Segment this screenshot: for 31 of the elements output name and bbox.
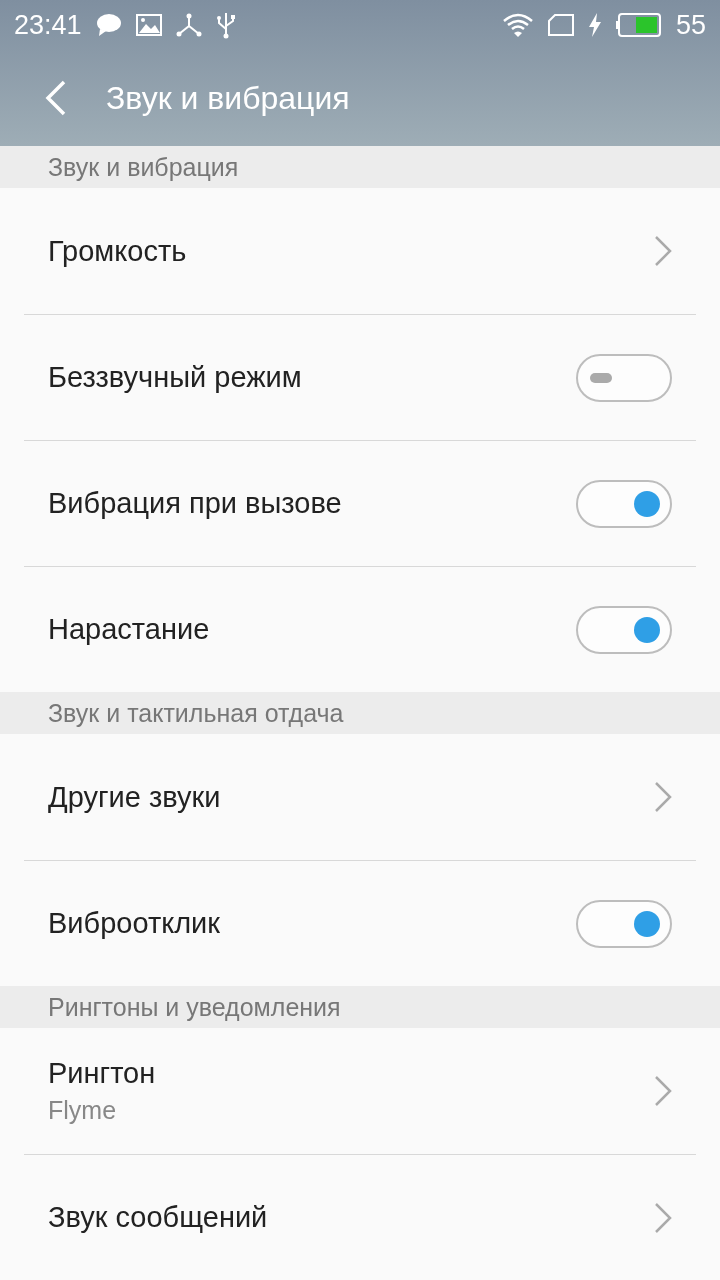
sim-card-icon <box>547 14 574 36</box>
setting-label[interactable]: Рингтон <box>48 1057 654 1090</box>
chevron-right-icon <box>654 1075 672 1107</box>
setting-label[interactable]: Звук сообщений <box>48 1201 654 1234</box>
toggle-switch[interactable] <box>576 899 672 948</box>
chat-bubble-icon <box>95 13 122 37</box>
setting-label[interactable]: Беззвучный режим <box>48 361 576 394</box>
setting-label[interactable]: Нарастание <box>48 613 576 646</box>
setting-value: Flyme <box>48 1096 118 1125</box>
chevron-right-icon <box>654 235 672 267</box>
status-time: 23:41 <box>14 9 82 41</box>
setting-label[interactable]: Другие звуки <box>48 780 654 814</box>
chevron-right-icon <box>654 781 672 813</box>
section-header: Рингтоны и уведомления <box>47 991 342 1023</box>
setting-label[interactable]: Вибрация при вызове <box>48 487 576 520</box>
usb-icon <box>215 11 236 39</box>
chevron-right-icon <box>654 1201 672 1234</box>
toggle-switch[interactable] <box>576 479 672 528</box>
battery-percentage: 55 <box>675 9 706 41</box>
section-header: Звук и тактильная отдача <box>47 697 345 729</box>
setting-label[interactable]: Громкость <box>48 234 654 268</box>
toggle-switch[interactable] <box>576 605 672 654</box>
share-nodes-icon <box>175 13 202 37</box>
wifi-icon <box>501 12 534 38</box>
battery-icon <box>615 13 662 37</box>
lightning-icon <box>587 13 602 37</box>
setting-label[interactable]: Виброотклик <box>48 907 576 940</box>
image-icon <box>135 14 162 36</box>
section-header: Звук и вибрация <box>47 151 240 183</box>
toggle-switch[interactable] <box>576 353 672 402</box>
toolbar-title: Звук и вибрация <box>106 79 350 117</box>
